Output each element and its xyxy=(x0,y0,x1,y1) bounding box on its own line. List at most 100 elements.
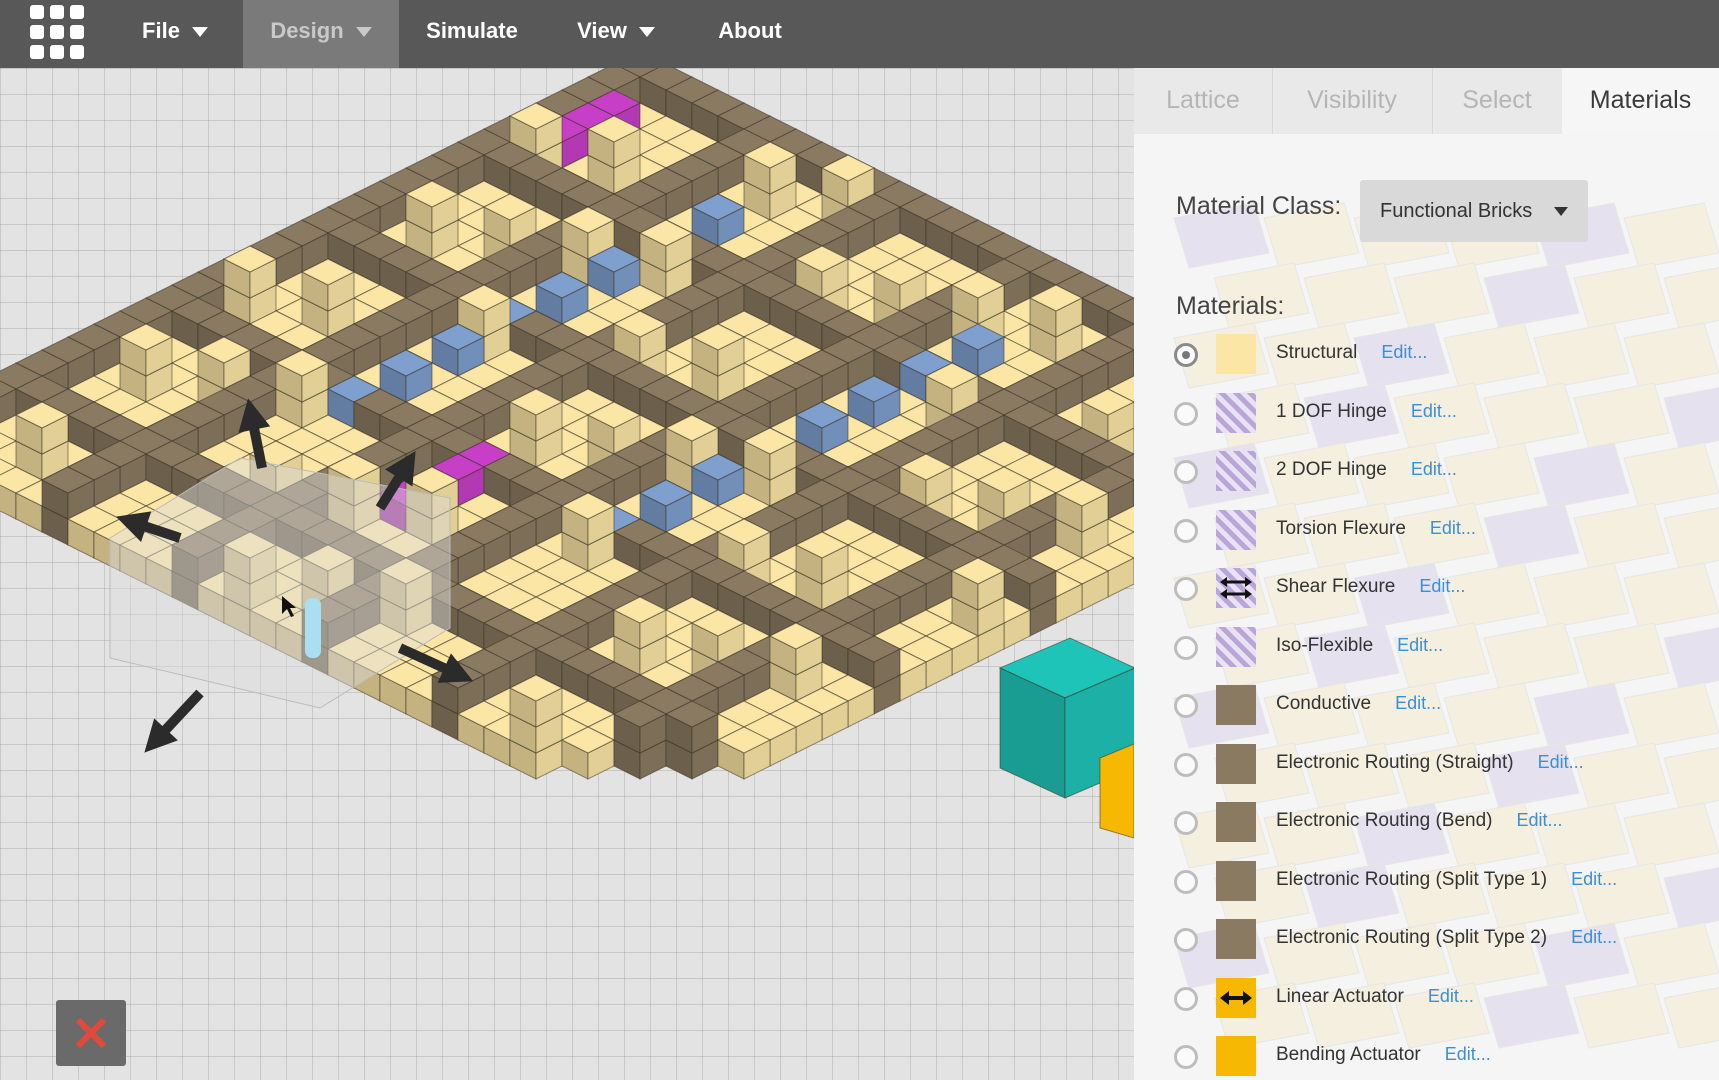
material-edit-link[interactable]: Edit... xyxy=(1571,869,1617,889)
tab-select[interactable]: Select xyxy=(1432,68,1563,134)
material-row[interactable]: Iso-Flexible Edit... xyxy=(1174,625,1694,675)
material-name: Shear Flexure Edit... xyxy=(1276,576,1465,598)
material-radio[interactable] xyxy=(1174,811,1198,835)
material-radio[interactable] xyxy=(1174,518,1198,543)
material-swatch xyxy=(1216,509,1256,550)
properties-panel: Lattice Visibility Select Materials Mate… xyxy=(1134,68,1719,1080)
material-swatch xyxy=(1216,860,1256,901)
material-label: 2 DOF Hinge xyxy=(1276,459,1387,480)
materials-label: Materials: xyxy=(1176,292,1285,320)
material-edit-link[interactable]: Edit... xyxy=(1517,810,1563,830)
material-edit-link[interactable]: Edit... xyxy=(1538,752,1584,772)
material-label: Linear Actuator xyxy=(1276,985,1404,1007)
menu-simulate-label: Simulate xyxy=(426,18,518,43)
material-name: Electronic Routing (Straight) Edit... xyxy=(1276,752,1584,774)
material-class-label: Material Class: xyxy=(1176,192,1342,220)
menu-view-label: View xyxy=(577,18,627,43)
material-edit-link[interactable]: Edit... xyxy=(1445,1044,1491,1064)
material-edit-link[interactable]: Edit... xyxy=(1411,459,1457,479)
material-swatch xyxy=(1216,392,1256,433)
material-radio[interactable] xyxy=(1174,986,1198,1011)
design-viewport[interactable] xyxy=(0,68,1134,1080)
app-grid-icon[interactable] xyxy=(30,5,84,59)
material-name: Bending Actuator Edit... xyxy=(1276,1044,1491,1066)
material-radio[interactable] xyxy=(1174,869,1198,894)
actuator-voxel[interactable] xyxy=(1099,743,1134,839)
material-label: Electronic Routing (Straight) xyxy=(1276,751,1514,773)
material-label: Bending Actuator xyxy=(1276,1044,1421,1065)
menu-view[interactable]: View xyxy=(560,0,672,68)
material-radio[interactable] xyxy=(1174,343,1198,367)
material-swatch xyxy=(1216,977,1256,1018)
material-radio[interactable] xyxy=(1174,635,1198,660)
voxel-scene[interactable] xyxy=(0,68,1134,1080)
material-label: Torsion Flexure xyxy=(1276,517,1406,539)
material-name: Electronic Routing (Split Type 1) Edit... xyxy=(1276,869,1617,891)
material-name: Electronic Routing (Bend) Edit... xyxy=(1276,810,1563,832)
menu-simulate[interactable]: Simulate xyxy=(412,0,532,68)
material-row[interactable]: 1 DOF Hinge Edit... xyxy=(1174,391,1694,441)
material-radio[interactable] xyxy=(1174,928,1198,952)
material-swatch xyxy=(1216,919,1256,959)
material-edit-link[interactable]: Edit... xyxy=(1571,927,1617,947)
tab-visibility[interactable]: Visibility xyxy=(1272,68,1433,134)
menu-about[interactable]: About xyxy=(700,0,800,68)
double-arrow-vertical-icon xyxy=(1220,577,1252,599)
material-row[interactable]: Electronic Routing (Bend) Edit... xyxy=(1174,800,1694,850)
material-row[interactable]: Linear Actuator Edit... xyxy=(1174,976,1694,1026)
material-label: Structural xyxy=(1276,342,1358,363)
material-name: Linear Actuator Edit... xyxy=(1276,986,1474,1008)
material-edit-link[interactable]: Edit... xyxy=(1411,401,1457,421)
material-row[interactable]: 2 DOF Hinge Edit... xyxy=(1174,449,1694,499)
material-swatch xyxy=(1216,568,1256,608)
material-edit-link[interactable]: Edit... xyxy=(1430,518,1476,538)
material-swatch xyxy=(1216,451,1256,491)
top-menu-bar: File Design Simulate View About xyxy=(0,0,1719,68)
material-swatch xyxy=(1216,743,1256,784)
material-radio[interactable] xyxy=(1174,460,1198,484)
tab-lattice[interactable]: Lattice xyxy=(1134,68,1273,134)
horizontal-double-arrow-icon xyxy=(1220,990,1252,1005)
material-edit-link[interactable]: Edit... xyxy=(1419,576,1465,596)
material-swatch xyxy=(1216,685,1256,725)
material-swatch xyxy=(1216,802,1256,842)
material-edit-link[interactable]: Edit... xyxy=(1428,986,1474,1006)
chevron-down-icon xyxy=(355,27,372,38)
material-row[interactable]: Structural Edit... xyxy=(1174,332,1694,382)
material-label: Electronic Routing (Split Type 2) xyxy=(1276,927,1548,948)
menu-design-label: Design xyxy=(270,18,344,43)
material-radio[interactable] xyxy=(1174,401,1198,426)
material-name: Iso-Flexible Edit... xyxy=(1276,635,1443,657)
material-row[interactable]: Electronic Routing (Split Type 1) Edit... xyxy=(1174,859,1694,909)
delete-button[interactable] xyxy=(56,1000,126,1066)
material-row[interactable]: Electronic Routing (Split Type 2) Edit... xyxy=(1174,917,1694,967)
material-name: Conductive Edit... xyxy=(1276,693,1441,715)
tab-materials[interactable]: Materials xyxy=(1562,68,1719,134)
material-swatch xyxy=(1216,334,1256,374)
material-edit-link[interactable]: Edit... xyxy=(1381,342,1427,362)
material-class-value: Functional Bricks xyxy=(1380,200,1533,222)
material-label: 1 DOF Hinge xyxy=(1276,400,1387,422)
material-label: Electronic Routing (Bend) xyxy=(1276,810,1493,831)
material-row[interactable]: Electronic Routing (Straight) Edit... xyxy=(1174,742,1694,792)
material-name: Electronic Routing (Split Type 2) Edit... xyxy=(1276,927,1617,949)
material-label: Shear Flexure xyxy=(1276,576,1396,597)
material-radio[interactable] xyxy=(1174,694,1198,718)
material-edit-link[interactable]: Edit... xyxy=(1397,635,1443,655)
material-label: Conductive xyxy=(1276,693,1372,714)
material-row[interactable]: Conductive Edit... xyxy=(1174,683,1694,733)
material-radio[interactable] xyxy=(1174,1045,1198,1069)
material-name: Torsion Flexure Edit... xyxy=(1276,518,1476,540)
material-row[interactable]: Shear Flexure Edit... xyxy=(1174,566,1694,616)
menu-design[interactable]: Design xyxy=(243,0,399,68)
material-class-select[interactable]: Functional Bricks xyxy=(1360,180,1588,242)
move-down-arrow-icon[interactable] xyxy=(144,689,204,753)
close-x-icon xyxy=(75,1017,107,1049)
material-row[interactable]: Torsion Flexure Edit... xyxy=(1174,508,1694,558)
menu-file[interactable]: File xyxy=(120,0,230,68)
material-swatch xyxy=(1216,626,1256,667)
material-radio[interactable] xyxy=(1174,752,1198,777)
material-radio[interactable] xyxy=(1174,577,1198,601)
material-row[interactable]: Bending Actuator Edit... xyxy=(1174,1034,1694,1080)
material-edit-link[interactable]: Edit... xyxy=(1395,693,1441,713)
